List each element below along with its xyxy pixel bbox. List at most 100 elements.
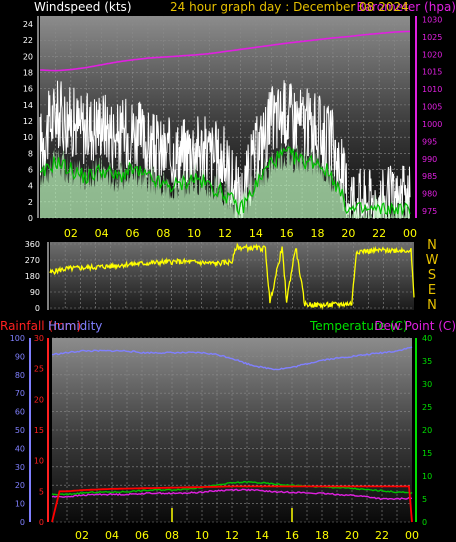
compass-label: N [427, 298, 437, 313]
direction-axis: 360 270 180 90 0 [25, 240, 49, 313]
wind-y-tick-label: 18 [23, 69, 33, 78]
humidity-y-tick-label: 30 [15, 463, 25, 472]
wind-x-tick-label: 22 [372, 227, 386, 240]
wind-x-tick-label: 14 [249, 227, 263, 240]
barometer-y-tick-label: 1030 [422, 15, 442, 24]
climate-x-tick-label: 08 [165, 529, 179, 542]
climate-x-tick-label: 16 [285, 529, 299, 542]
wind-y-tick-label: 24 [23, 20, 33, 29]
humidity-title: Humidity [48, 319, 102, 333]
wind-y-tick-label: 0 [28, 214, 33, 223]
direction-y-tick-label: 90 [30, 288, 40, 297]
wind-y-tick-label: 20 [23, 52, 33, 61]
wind-y-tick-label: 4 [28, 182, 33, 191]
wind-y-tick-label: 16 [23, 85, 33, 94]
climate-x-tick-label: 00 [405, 529, 419, 542]
dewpoint-title: Dew Point (C) [374, 319, 456, 333]
rainfall-axis: 0 5 10 15 20 25 30 [34, 334, 49, 527]
barometer-y-tick-label: 1020 [422, 50, 442, 59]
temperature-y-tick-label: 35 [422, 357, 432, 366]
wind-x-tick-label: 04 [95, 227, 109, 240]
temperature-y-tick-label: 10 [422, 472, 432, 481]
temperature-y-tick-label: 0 [422, 518, 427, 527]
rainfall-y-tick-label: 10 [34, 457, 44, 466]
climate-x-tick-label: 14 [255, 529, 269, 542]
rainfall-y-tick-label: 5 [39, 487, 44, 496]
wind-x-tick-label: 20 [341, 227, 355, 240]
humidity-y-tick-label: 90 [15, 352, 25, 361]
rainfall-y-tick-label: 0 [39, 518, 44, 527]
wind-x-tick-label: 00 [403, 227, 417, 240]
barometer-y-tick-label: 975 [422, 207, 437, 216]
humidity-y-tick-label: 50 [15, 426, 25, 435]
humidity-y-tick-label: 60 [15, 408, 25, 417]
compass-label: W [426, 253, 439, 268]
wind-y-tick-label: 12 [23, 117, 33, 126]
windspeed-title: Windspeed (kts) [34, 0, 132, 14]
rainfall-y-tick-label: 30 [34, 334, 44, 343]
humidity-y-tick-label: 20 [15, 481, 25, 490]
wind-x-tick-label: 02 [64, 227, 78, 240]
wind-x-tick-label: 10 [187, 227, 201, 240]
wind-y-tick-label: 10 [23, 133, 33, 142]
barometer-y-tick-label: 1000 [422, 120, 442, 129]
rainfall-y-tick-label: 15 [34, 426, 44, 435]
wind-y-tick-label: 14 [23, 101, 33, 110]
wind-x-tick-label: 16 [280, 227, 294, 240]
compass-label: E [428, 283, 436, 298]
humidity-y-tick-label: 70 [15, 389, 25, 398]
temperature-y-tick-label: 15 [422, 449, 432, 458]
temperature-y-tick-label: 5 [422, 495, 427, 504]
climate-x-tick-label: 12 [225, 529, 239, 542]
climate-x-tick-label: 04 [105, 529, 119, 542]
wind-y-tick-label: 22 [23, 36, 33, 45]
barometer-y-tick-label: 980 [422, 190, 437, 199]
barometer-y-tick-label: 985 [422, 172, 437, 181]
temperature-y-tick-label: 30 [422, 380, 432, 389]
humidity-y-tick-label: 0 [20, 518, 25, 527]
graph-date-title: 24 hour graph day : December 08 2024 [170, 0, 409, 14]
weather-graph: Windspeed (kts) Barometer (hpa) 24 hour … [0, 0, 456, 542]
wind-x-tick-label: 12 [218, 227, 232, 240]
humidity-y-tick-label: 100 [10, 334, 25, 343]
direction-y-tick-label: 360 [25, 240, 40, 249]
barometer-y-tick-label: 1025 [422, 33, 442, 42]
humidity-y-tick-label: 10 [15, 500, 25, 509]
humidity-y-tick-label: 40 [15, 444, 25, 453]
rainfall-y-tick-label: 20 [34, 395, 44, 404]
wind-y-tick-label: 8 [28, 149, 33, 158]
direction-y-tick-label: 0 [35, 304, 40, 313]
wind-x-tick-label: 06 [126, 227, 140, 240]
humidity-y-tick-label: 80 [15, 371, 25, 380]
wind-x-tick-label: 18 [311, 227, 325, 240]
climate-x-tick-label: 20 [345, 529, 359, 542]
temperature-axis: 0 5 10 15 20 25 30 35 40 [415, 334, 432, 527]
direction-y-tick-label: 180 [25, 272, 40, 281]
compass-label: S [428, 268, 436, 283]
barometer-axis: 975 980 985 990 995 1000 1005 1010 1015 1020 1025 1… [415, 15, 442, 218]
wind-speed-axis: 024681012141618202224 [23, 16, 39, 223]
wind-y-tick-label: 6 [28, 166, 33, 175]
compass-label: N [427, 238, 437, 253]
wind-y-tick-label: 2 [28, 198, 33, 207]
temperature-y-tick-label: 20 [422, 426, 432, 435]
barometer-y-tick-label: 990 [422, 155, 437, 164]
rainfall-y-tick-label: 25 [34, 365, 44, 374]
climate-x-tick-label: 02 [75, 529, 89, 542]
humidity-axis: 0 10 20 30 40 50 60 70 80 90 100 [10, 334, 31, 527]
climate-x-tick-label: 18 [315, 529, 329, 542]
temperature-y-tick-label: 25 [422, 403, 432, 412]
climate-x-tick-label: 06 [135, 529, 149, 542]
compass-labels: NWSEN [426, 238, 439, 313]
barometer-y-tick-label: 1015 [422, 68, 442, 77]
climate-x-tick-label: 10 [195, 529, 209, 542]
barometer-y-tick-label: 1010 [422, 85, 442, 94]
temperature-y-tick-label: 40 [422, 334, 432, 343]
climate-x-tick-label: 22 [375, 529, 389, 542]
wind-x-tick-label: 08 [156, 227, 170, 240]
barometer-y-tick-label: 995 [422, 137, 437, 146]
wind-time-axis: 02 04 06 08 10 12 14 16 18 20 22 00 [64, 227, 417, 240]
climate-time-axis: 02 04 06 08 10 12 14 16 18 20 22 00 [75, 529, 419, 542]
barometer-y-tick-label: 1005 [422, 103, 442, 112]
direction-y-tick-label: 270 [25, 256, 40, 265]
